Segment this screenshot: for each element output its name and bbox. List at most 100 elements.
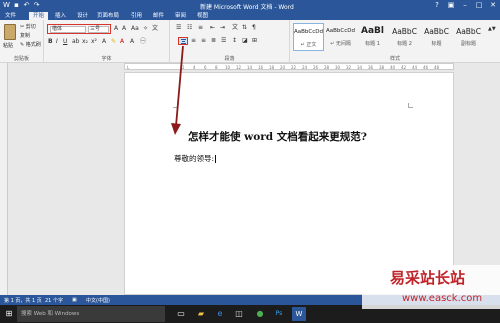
quick-access-toolbar: W ▪ ↶ ↷ (3, 1, 40, 9)
justify-icon[interactable]: ≣ (211, 37, 216, 44)
horizontal-ruler[interactable]: L 2 4 6 8 10 12 14 16 18 20 22 24 26 28 … (124, 63, 454, 70)
change-case-icon[interactable]: Aa (131, 25, 139, 32)
distributed-icon[interactable]: ☰ (221, 37, 226, 44)
taskbar-search[interactable]: 搜索 Web 和 Windows (17, 306, 165, 322)
style-name: ↵ 正文 (300, 42, 317, 48)
align-right-icon[interactable]: ≡ (201, 37, 206, 44)
styles-scroll-icon[interactable]: ▲▼ (488, 26, 496, 33)
style-subtitle[interactable]: AaBbC 副标题 (453, 23, 484, 51)
numbering-icon[interactable]: ☷ (187, 24, 192, 31)
bold-icon[interactable]: B (48, 38, 53, 45)
save-icon[interactable]: ▪ (13, 1, 20, 9)
document-heading: 怎样才能使 word 文档看起来更规范? (188, 131, 367, 143)
enclose-character-icon[interactable]: ㊀ (140, 38, 146, 45)
format-painter-button[interactable]: ✎ 格式刷 (20, 41, 41, 48)
salutation-text: 尊敬的领导: (174, 154, 215, 163)
ruler-tick: 4 (193, 65, 196, 70)
align-left-icon[interactable]: ≡ (191, 37, 196, 44)
borders-icon[interactable]: ⊞ (252, 37, 257, 44)
ruler-tick: 42 (401, 65, 407, 70)
document-page[interactable]: 怎样才能使 word 文档看起来更规范? 尊敬的领导: (124, 72, 454, 295)
task-view-icon[interactable]: ▭ (174, 307, 188, 321)
cut-button[interactable]: ✂ 剪切 (20, 23, 36, 30)
ruler-tick: 2 (182, 65, 185, 70)
redo-icon[interactable]: ↷ (33, 1, 40, 9)
show-marks-icon[interactable]: ¶ (252, 24, 256, 31)
styles-group: AaBbCcDd ↵ 正文 AaBbCcDd ↵ 无间隔 AaBl 标题 1 A… (290, 20, 500, 63)
subscript-icon[interactable]: x₂ (82, 38, 88, 45)
margin-corner-mark (408, 103, 413, 108)
style-name: ↵ 无间隔 (330, 41, 351, 47)
phonetic-guide-icon[interactable]: 文 (152, 25, 158, 32)
tab-review[interactable]: 审阅 (175, 12, 186, 20)
tab-insert[interactable]: 插入 (55, 12, 66, 20)
multilevel-list-icon[interactable]: ≡ (198, 24, 203, 31)
copy-button[interactable]: 复制 (20, 32, 30, 39)
style-preview: AaBbC (392, 27, 417, 36)
word-count[interactable]: 21 个字 (45, 297, 63, 304)
font-size-dropdown[interactable]: 三号 (88, 26, 109, 33)
clear-format-icon[interactable]: ✧ (143, 25, 148, 32)
style-no-spacing[interactable]: AaBbCcDd ↵ 无间隔 (325, 23, 356, 51)
tab-home[interactable]: 开始 (29, 12, 49, 20)
ruler-tick: 12 (236, 65, 242, 70)
ruler-tick: 22 (291, 65, 297, 70)
style-heading-1[interactable]: AaBl 标题 1 (357, 23, 388, 51)
text-effects-icon[interactable]: A (102, 38, 106, 45)
ruler-tick: 24 (302, 65, 308, 70)
font-name-dropdown[interactable]: 楷体 (50, 26, 86, 33)
folder-icon[interactable]: ▰ (194, 307, 208, 321)
undo-icon[interactable]: ↶ (23, 1, 30, 9)
tab-design[interactable]: 设计 (77, 12, 88, 20)
style-title[interactable]: AaBbC 标题 (421, 23, 452, 51)
maximize-icon[interactable]: □ (472, 0, 486, 11)
shading-icon[interactable]: ◪ (242, 37, 248, 44)
underline-icon[interactable]: U (63, 38, 67, 45)
minimize-icon[interactable]: – (458, 0, 472, 11)
edge-icon[interactable]: e (213, 307, 227, 321)
close-icon[interactable]: ✕ (486, 0, 500, 11)
style-name: 标题 2 (397, 41, 412, 47)
style-normal[interactable]: AaBbCcDd ↵ 正文 (293, 23, 324, 51)
grow-font-icon[interactable]: A (114, 25, 118, 32)
styles-group-label: 样式 (389, 56, 400, 62)
help-icon[interactable]: ? (430, 0, 444, 11)
tab-references[interactable]: 引用 (131, 12, 142, 20)
ruler-tick: 20 (280, 65, 286, 70)
word-icon[interactable]: W (292, 307, 306, 321)
increase-indent-icon[interactable]: ⇥ (220, 24, 225, 31)
paste-icon[interactable] (4, 24, 16, 40)
start-icon[interactable]: ⊞ (2, 307, 16, 321)
italic-icon[interactable]: I (56, 38, 58, 45)
decrease-indent-icon[interactable]: ⇤ (210, 24, 215, 31)
tab-view[interactable]: 视图 (197, 12, 208, 20)
page-count[interactable]: 第 1 页，共 1 页 (4, 297, 42, 304)
style-heading-2[interactable]: AaBbC 标题 2 (389, 23, 420, 51)
line-spacing-icon[interactable]: ↕ (232, 37, 237, 44)
proofing-icon[interactable]: ▣ (72, 297, 77, 303)
store-icon[interactable]: ◫ (232, 307, 246, 321)
tab-mailings[interactable]: 邮件 (153, 12, 164, 20)
font-color-icon[interactable]: A (120, 38, 124, 45)
ruler-tick: 30 (335, 65, 341, 70)
chinese-layout-icon[interactable]: 文 (232, 24, 238, 31)
language-indicator[interactable]: 中文(中国) (86, 297, 110, 304)
superscript-icon[interactable]: x² (91, 38, 97, 45)
tab-page-layout[interactable]: 页面布局 (97, 12, 119, 20)
highlight-icon[interactable]: ✎ (111, 38, 116, 45)
photoshop-icon[interactable]: Ps (272, 307, 286, 321)
360-browser-icon[interactable]: ● (253, 307, 267, 321)
ruler-tick: 6 (204, 65, 207, 70)
center-align-button[interactable] (178, 37, 188, 45)
font-selector-highlight: 楷体 三号 (47, 24, 111, 34)
ribbon-display-icon[interactable]: ▣ (444, 0, 458, 11)
sort-icon[interactable]: ⇅ (242, 24, 247, 31)
bullets-icon[interactable]: ☰ (176, 24, 181, 31)
ruler-tick: 40 (390, 65, 396, 70)
character-shading-icon[interactable]: A (130, 38, 134, 45)
ruler-tick: 38 (379, 65, 385, 70)
tab-file[interactable]: 文件 (5, 12, 16, 20)
shrink-font-icon[interactable]: A (122, 25, 126, 32)
ruler-tick: 34 (357, 65, 363, 70)
strikethrough-icon[interactable]: ab (72, 38, 80, 45)
